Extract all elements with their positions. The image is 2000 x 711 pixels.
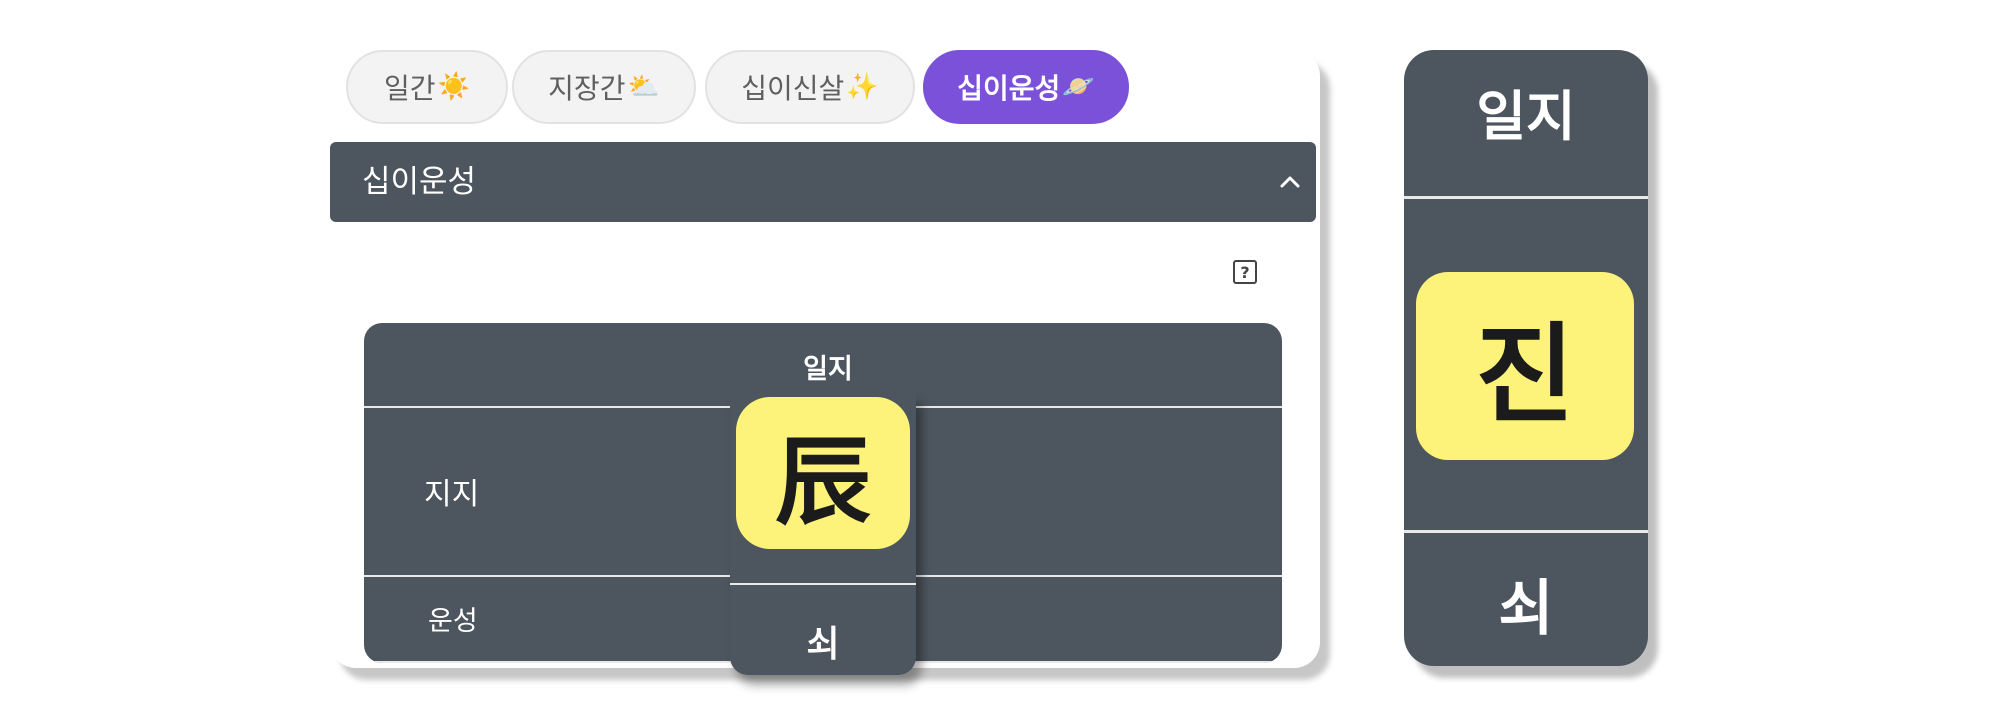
sun-icon: ☀️ bbox=[437, 72, 470, 102]
divider bbox=[1404, 196, 1648, 199]
unseong-value: 쇠 bbox=[806, 624, 840, 665]
tab-ilgan[interactable]: 일간 ☀️ bbox=[346, 50, 508, 124]
sparkles-icon: ✨ bbox=[846, 72, 879, 102]
divider bbox=[1404, 530, 1648, 533]
tab-label: 십이신살 bbox=[741, 72, 845, 105]
zoom-header: 일지 bbox=[1476, 85, 1576, 148]
section-title: 십이운성 bbox=[362, 164, 477, 200]
planet-icon: 🪐 bbox=[1062, 72, 1095, 102]
divider bbox=[730, 583, 916, 585]
row-label-jiji: 지지 bbox=[424, 477, 480, 512]
cloud-sun-icon: ⛅ bbox=[627, 72, 660, 102]
tab-jijanggan[interactable]: 지장간 ⛅ bbox=[512, 50, 696, 124]
zoom-value: 쇠 bbox=[1498, 574, 1554, 644]
help-icon[interactable]: ? bbox=[1233, 260, 1257, 284]
tab-label: 일간 bbox=[384, 72, 436, 105]
zoom-char: 진 bbox=[1416, 272, 1634, 460]
zoom-card: 일지 진 쇠 bbox=[1404, 50, 1648, 666]
section-header[interactable]: 십이운성 bbox=[330, 142, 1316, 222]
tab-label: 지장간 bbox=[548, 72, 626, 105]
row-label-unseong: 운성 bbox=[428, 606, 478, 637]
tab-label: 십이운성 bbox=[957, 72, 1061, 105]
highlight-column: 辰 쇠 bbox=[730, 393, 916, 675]
tab-sibiunseong[interactable]: 십이운성 🪐 bbox=[923, 50, 1129, 124]
branch-char: 辰 bbox=[736, 397, 910, 549]
chevron-up-icon[interactable] bbox=[1278, 170, 1302, 194]
tab-sibisinsal[interactable]: 십이신살 ✨ bbox=[705, 50, 915, 124]
column-header-ilji: 일지 bbox=[803, 354, 853, 385]
